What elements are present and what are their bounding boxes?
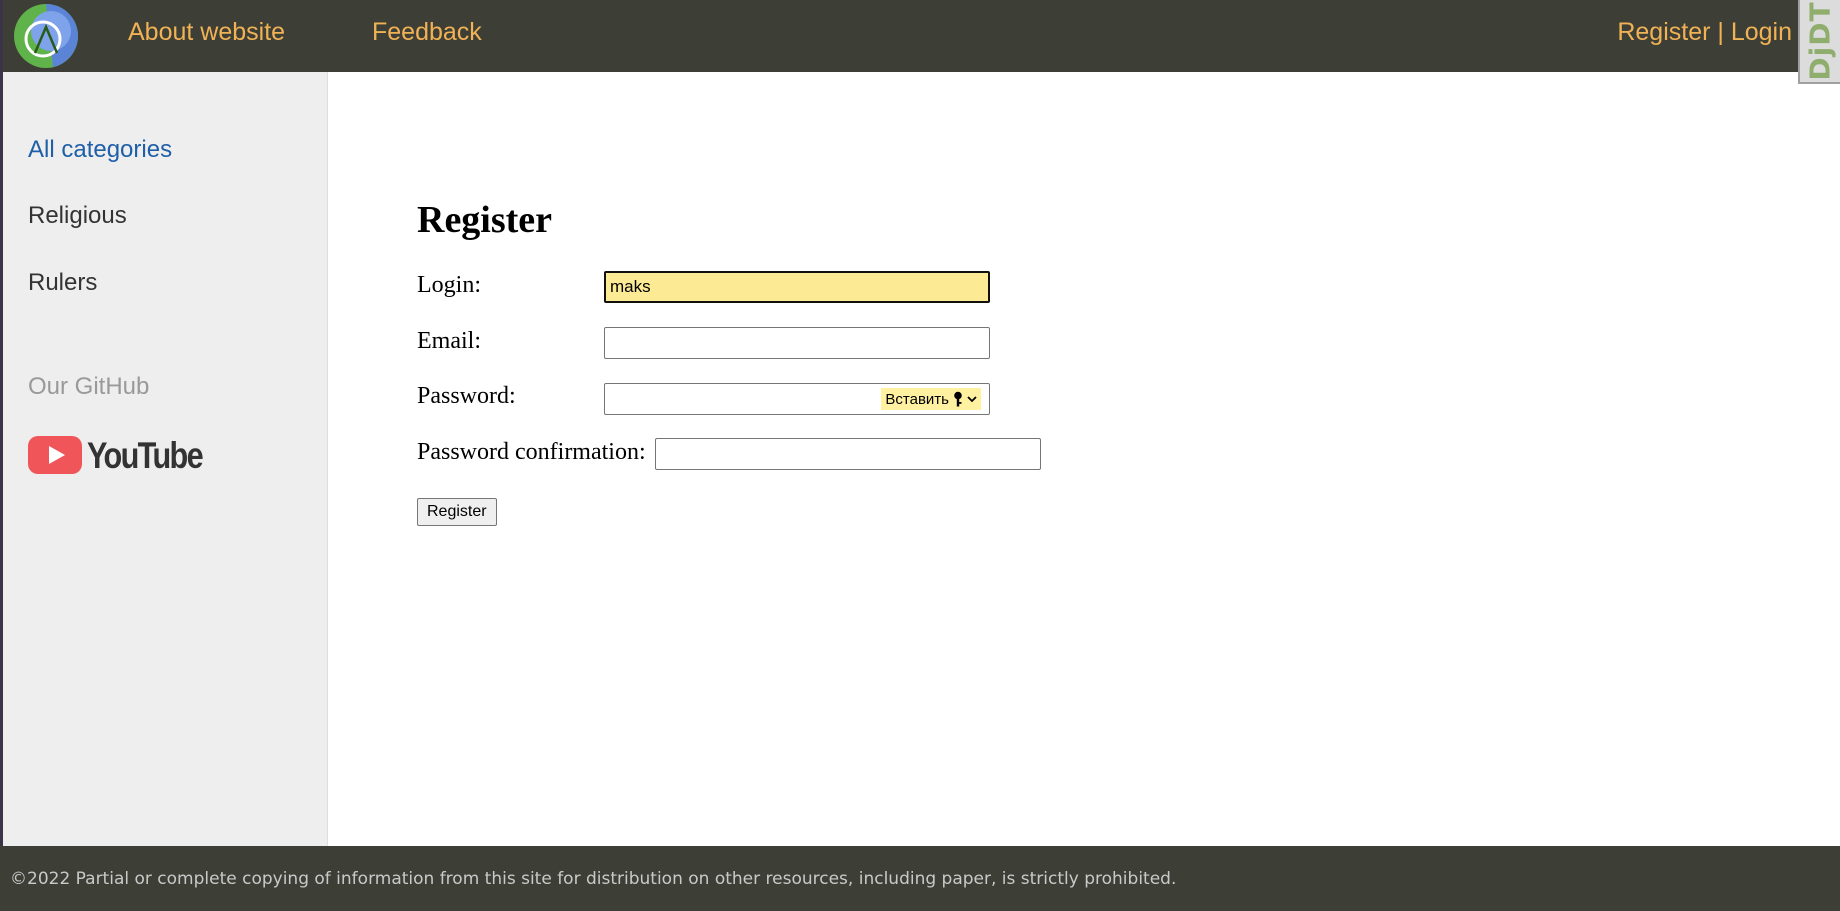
page-title: Register	[417, 199, 553, 241]
password-insert-label: Вставить	[885, 390, 949, 408]
debug-toolbar-label: DjDT	[1803, 1, 1837, 81]
sidebar: All categories Religious Rulers Our GitH…	[3, 72, 328, 846]
copyright-text: ©2022 Partial or complete copying of inf…	[10, 869, 1177, 889]
github-link[interactable]: Our GitHub	[28, 373, 149, 401]
chevron-down-icon	[967, 396, 977, 403]
youtube-wordmark: YouTube	[87, 435, 203, 475]
nav-about-website[interactable]: About website	[128, 18, 285, 47]
page: About website Feedback Register | Login …	[0, 0, 1840, 911]
auth-separator: |	[1710, 18, 1731, 46]
auth-links: Register | Login	[1617, 18, 1792, 47]
password-insert-button[interactable]: Вставить	[881, 388, 981, 410]
email-input[interactable]	[604, 327, 990, 359]
password-confirmation-input[interactable]	[655, 438, 1041, 470]
site-logo[interactable]	[13, 3, 79, 69]
login-link[interactable]: Login	[1731, 18, 1792, 46]
header: About website Feedback Register | Login	[0, 0, 1840, 72]
password-input[interactable]: Вставить	[604, 383, 990, 415]
main-content: Register Login: Email: Password: Вставит…	[329, 72, 1840, 846]
register-submit-button[interactable]: Register	[417, 498, 497, 526]
youtube-logo[interactable]: YouTube	[28, 435, 203, 475]
email-label: Email:	[417, 328, 481, 354]
footer: ©2022 Partial or complete copying of inf…	[0, 846, 1840, 911]
sidebar-item-all-categories[interactable]: All categories	[28, 136, 172, 164]
key-icon	[954, 391, 962, 407]
login-label: Login:	[417, 272, 481, 298]
password-confirmation-label: Password confirmation:	[417, 439, 646, 465]
password-label: Password:	[417, 383, 516, 409]
sidebar-item-religious[interactable]: Religious	[28, 202, 127, 230]
register-link[interactable]: Register	[1617, 18, 1710, 46]
sidebar-item-rulers[interactable]: Rulers	[28, 269, 97, 297]
login-input[interactable]	[604, 271, 990, 303]
nav-feedback[interactable]: Feedback	[372, 18, 482, 47]
